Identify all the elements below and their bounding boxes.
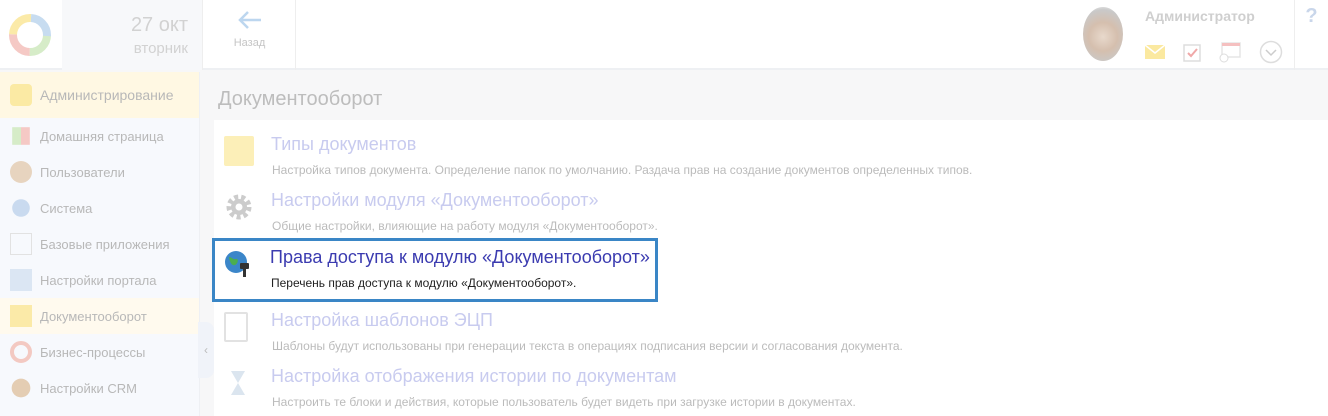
app-logo[interactable] <box>0 0 66 70</box>
arrow-left-icon <box>237 11 261 29</box>
date-display: 27 окт вторник <box>62 0 203 70</box>
user-icon <box>11 378 31 398</box>
network-icon <box>12 199 30 217</box>
sidebar-item-system[interactable]: Система <box>0 190 199 226</box>
page-title: Документооборот <box>218 88 383 110</box>
document-pen-icon <box>224 312 248 342</box>
calendar-icon[interactable] <box>1219 41 1241 63</box>
sidebar-item-users[interactable]: Пользователи <box>0 154 199 190</box>
window-gear-icon <box>10 269 32 291</box>
tiles-icon <box>12 127 30 145</box>
user-name[interactable]: Администратор <box>1145 8 1255 24</box>
help-button[interactable]: ? <box>1294 0 1328 70</box>
sidebar-item-bp[interactable]: Бизнес-процессы <box>0 334 199 370</box>
sidebar-item-base-apps[interactable]: Базовые приложения <box>0 226 199 262</box>
list-item-access-rights[interactable]: Права доступа к модулю «Документооборот»… <box>212 238 658 302</box>
avatar[interactable] <box>1083 7 1123 61</box>
tasks-icon[interactable] <box>1183 42 1201 62</box>
gear-icon <box>226 194 252 220</box>
globe-key-icon <box>225 251 249 277</box>
cycle-gear-icon <box>10 341 32 363</box>
main-content: Документооборот Типы документов Настройка… <box>202 72 1328 416</box>
sidebar-section-admin[interactable]: Администрирование <box>0 72 199 118</box>
back-button[interactable]: Назад <box>204 0 296 70</box>
lock-key-icon <box>10 84 32 106</box>
folder-icon <box>10 305 32 327</box>
users-icon <box>10 161 32 183</box>
mail-icon[interactable] <box>1145 45 1165 59</box>
sidebar-item-crm[interactable]: Настройки CRM <box>0 370 199 406</box>
folder-icon <box>224 136 254 166</box>
sidebar-item-docflow[interactable]: Документооборот <box>0 298 199 334</box>
weekday: вторник <box>133 40 188 57</box>
hourglass-icon <box>231 371 245 395</box>
chevron-down-circle-icon[interactable] <box>1259 40 1283 64</box>
back-label: Назад <box>233 37 266 49</box>
sidebar-item-portal-settings[interactable]: Настройки портала <box>0 262 199 298</box>
date: 27 окт <box>130 14 188 36</box>
sidebar: Администрирование Домашняя страница Поль… <box>0 72 200 416</box>
top-bar: 27 окт вторник Назад Администратор ? <box>0 0 1328 70</box>
calendar-clipboard-icon <box>10 233 32 255</box>
sidebar-item-home[interactable]: Домашняя страница <box>0 118 199 154</box>
